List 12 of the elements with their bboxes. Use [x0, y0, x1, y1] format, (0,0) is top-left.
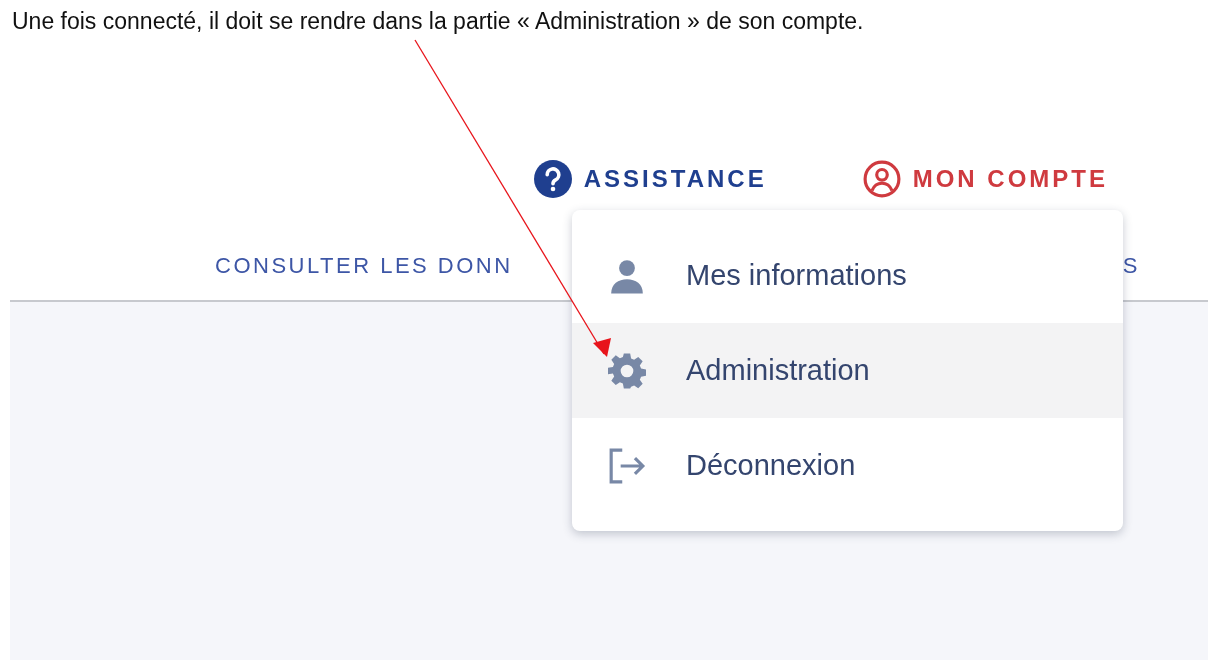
- account-link[interactable]: MON COMPTE: [862, 160, 1108, 198]
- caption-text: Une fois connecté, il doit se rendre dans la partie « Administration » de son compte.: [11, 7, 865, 36]
- menu-item[interactable]: Mes informations: [572, 228, 1123, 323]
- user-circle-icon: [862, 160, 901, 198]
- nav-link[interactable]: S: [1122, 253, 1140, 279]
- nav-link[interactable]: CONSULTER LES DONN: [215, 253, 513, 279]
- gear-icon: [608, 351, 646, 390]
- help-icon: [533, 160, 572, 198]
- menu-item[interactable]: Administration: [572, 323, 1123, 418]
- assistance-link[interactable]: ASSISTANCE: [533, 160, 767, 198]
- logout-icon: [608, 446, 646, 485]
- menu-item[interactable]: Déconnexion: [572, 418, 1123, 513]
